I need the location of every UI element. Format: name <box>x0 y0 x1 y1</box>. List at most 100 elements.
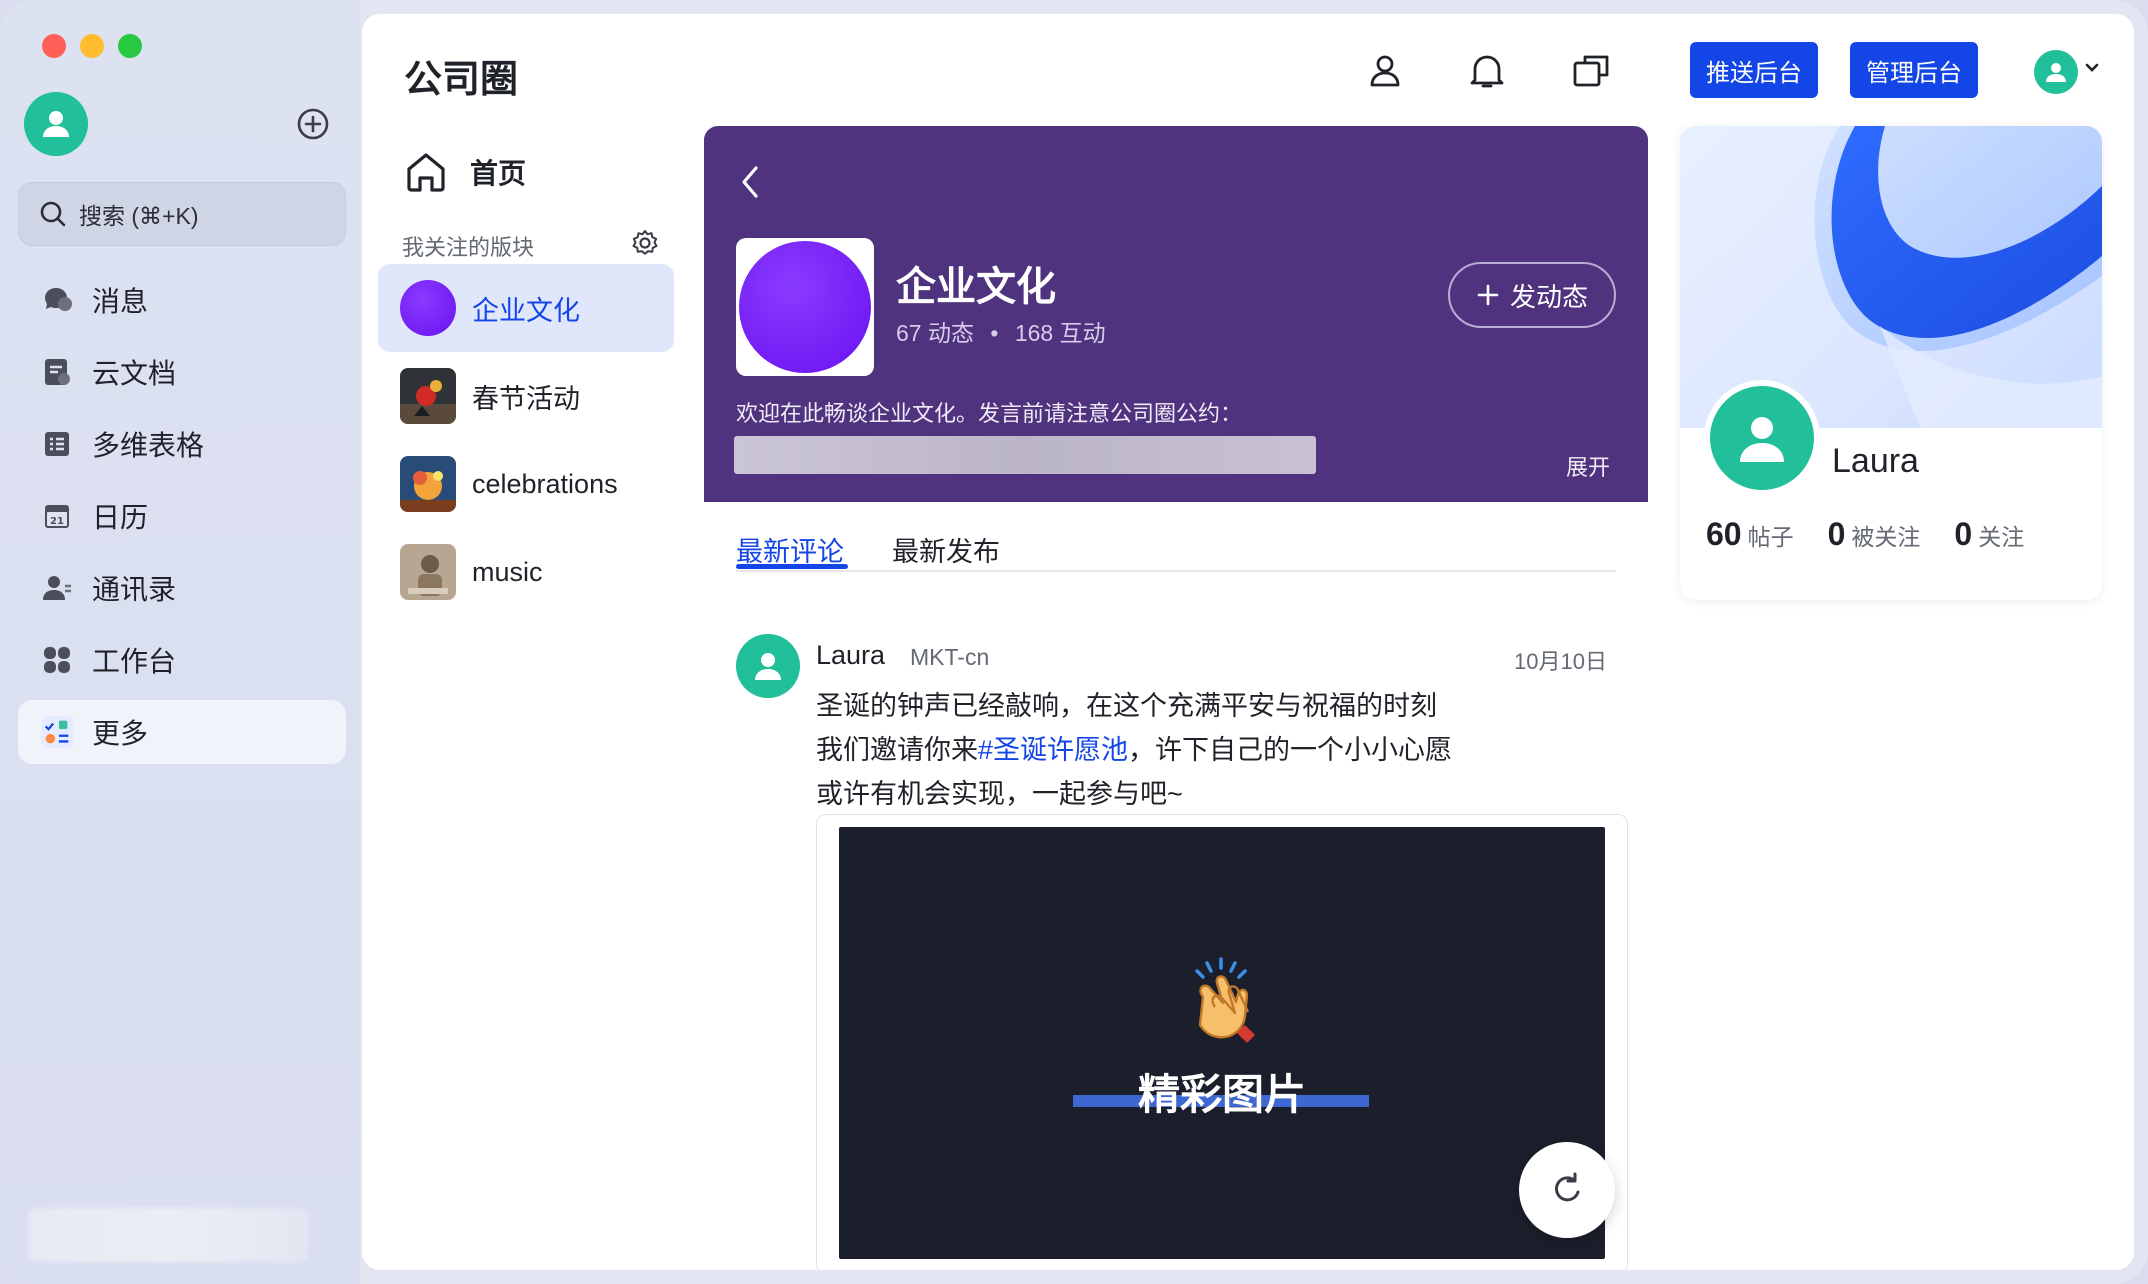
board-item-celebrations[interactable]: celebrations <box>378 440 674 528</box>
post-date: 10月10日 <box>1514 649 1607 674</box>
post-line: 圣诞的钟声已经敲响，在这个充满平安与祝福的时刻 <box>816 691 1437 721</box>
maximize-window-button[interactable] <box>118 34 142 58</box>
active-tab-indicator <box>736 564 848 569</box>
board-header: 企业文化 67 动态 • 168 互动 发动态 欢迎在此畅谈企业文化。发言前请注… <box>704 126 1648 502</box>
sidebar-item-workspace[interactable]: 工作台 <box>18 628 346 692</box>
post-content: 圣诞的钟声已经敲响，在这个充满平安与祝福的时刻 我们邀请你来#圣诞许愿池，许下自… <box>816 684 1452 816</box>
post-line: 我们邀请你来#圣诞许愿池，许下自己的一个小小心愿 <box>816 735 1453 765</box>
blurred-footer <box>28 1208 308 1262</box>
window-switch-icon <box>1573 55 1609 87</box>
profile-stats: 60 帖子 0 被关注 0 关注 <box>1706 516 2024 553</box>
post-author-avatar[interactable] <box>736 634 800 698</box>
sidebar-nav: 消息 云文档 多维表格 21 日历 通讯录 工作台 更多 <box>18 268 346 772</box>
home-link[interactable]: 首页 <box>404 150 526 194</box>
board-thumbnail <box>400 280 456 336</box>
refresh-icon <box>1554 1172 1580 1202</box>
posts-stat[interactable]: 60 帖子 <box>1706 516 1794 553</box>
board-item-spring-festival[interactable]: 春节活动 <box>378 352 674 440</box>
sidebar-item-more[interactable]: 更多 <box>18 700 346 764</box>
sidebar-item-label: 多维表格 <box>92 430 205 461</box>
board-thumbnail <box>400 368 456 424</box>
board-label: 企业文化 <box>472 295 580 326</box>
profile-card: Laura 60 帖子 0 被关注 0 关注 <box>1680 126 2102 600</box>
plus-circle-icon <box>297 108 329 140</box>
person-icon <box>1740 417 1784 462</box>
stats-separator: • <box>990 320 999 346</box>
account-avatar[interactable] <box>2034 50 2078 94</box>
home-icon <box>407 153 445 192</box>
add-button[interactable] <box>293 104 333 144</box>
post-author-name[interactable]: Laura <box>816 640 885 671</box>
following-stat[interactable]: 0 关注 <box>1954 516 2024 553</box>
chevron-down-icon[interactable] <box>2084 62 2100 74</box>
profile-name: Laura <box>1832 442 1919 480</box>
app-sidebar: 搜索 (⌘+K) 消息 云文档 多维表格 21 日历 通讯录 工作台 更多 <box>0 0 360 1284</box>
svg-text:21: 21 <box>50 516 64 527</box>
board-feed: 企业文化 67 动态 • 168 互动 发动态 欢迎在此畅谈企业文化。发言前请注… <box>704 126 1648 1270</box>
push-admin-button[interactable]: 推送后台 <box>1690 42 1818 98</box>
sidebar-item-contacts[interactable]: 通讯录 <box>18 556 346 620</box>
home-label: 首页 <box>470 158 527 189</box>
sidebar-item-label: 云文档 <box>92 358 177 389</box>
board-stats: 67 动态 • 168 互动 <box>896 314 1106 348</box>
board-thumbnail <box>400 544 456 600</box>
board-label: 春节活动 <box>472 383 580 414</box>
window-controls <box>42 34 142 58</box>
clapping-hands-icon <box>1195 957 1255 1043</box>
sidebar-item-calendar[interactable]: 21 日历 <box>18 484 346 548</box>
refresh-button[interactable] <box>1519 1142 1615 1238</box>
board-logo-circle <box>739 241 871 373</box>
sidebar-item-label: 更多 <box>92 718 149 749</box>
new-post-label: 发动态 <box>1509 281 1588 312</box>
post-author-department: MKT-cn <box>910 644 990 670</box>
board-item-music[interactable]: music <box>378 528 674 616</box>
notifications-button[interactable] <box>1464 48 1510 94</box>
sidebar-item-base[interactable]: 多维表格 <box>18 412 346 476</box>
main-panel: 公司圈 推送后台 管理后台 首页 我关注的版块 企业文化 春节活动 celebr… <box>362 14 2134 1270</box>
board-title: 企业文化 <box>896 265 1056 309</box>
back-arrow-icon[interactable] <box>736 164 766 200</box>
manage-admin-button[interactable]: 管理后台 <box>1850 42 1978 98</box>
person-icon <box>43 111 69 137</box>
blurred-rules-text <box>734 436 1316 474</box>
calendar-icon: 21 <box>40 499 74 533</box>
gear-icon[interactable] <box>630 228 660 258</box>
sidebar-item-label: 工作台 <box>92 646 177 677</box>
expand-link[interactable]: 展开 <box>1566 450 1610 482</box>
board-list: 企业文化 春节活动 celebrations music <box>378 264 674 616</box>
minimize-window-button[interactable] <box>80 34 104 58</box>
interactions-count: 168 互动 <box>1014 320 1106 346</box>
post-image: 精彩图片 <box>839 827 1605 1259</box>
plus-icon <box>1477 284 1499 306</box>
followers-stat[interactable]: 0 被关注 <box>1828 516 1921 553</box>
chat-icon <box>40 283 74 317</box>
table-icon <box>40 427 74 461</box>
sidebar-item-label: 消息 <box>92 286 149 317</box>
bell-icon <box>1470 55 1504 88</box>
post-line: 或许有机会实现，一起参与吧~ <box>816 779 1183 809</box>
followed-boards-label: 我关注的版块 <box>402 235 535 260</box>
workspace-icon <box>40 643 74 677</box>
app-window: 搜索 (⌘+K) 消息 云文档 多维表格 21 日历 通讯录 工作台 更多 公司… <box>0 0 2148 1284</box>
sidebar-item-label: 日历 <box>92 502 149 533</box>
tab-latest-posts[interactable]: 最新发布 <box>892 530 1000 569</box>
board-thumbnail <box>400 456 456 512</box>
sidebar-item-label: 通讯录 <box>92 574 177 605</box>
board-item-corporate-culture[interactable]: 企业文化 <box>378 264 674 352</box>
page-title: 公司圈 <box>404 59 519 101</box>
post-media[interactable]: 精彩图片 <box>816 814 1628 1270</box>
profile-button[interactable] <box>1362 48 1408 94</box>
switch-window-button[interactable] <box>1568 48 1614 94</box>
contacts-icon <box>40 571 74 605</box>
search-placeholder: 搜索 (⌘+K) <box>79 203 199 229</box>
sidebar-item-messages[interactable]: 消息 <box>18 268 346 332</box>
user-avatar[interactable] <box>24 92 88 156</box>
search-box[interactable]: 搜索 (⌘+K) <box>18 182 346 246</box>
posts-count: 67 动态 <box>896 320 974 346</box>
new-post-button[interactable]: 发动态 <box>1448 262 1616 328</box>
sidebar-item-docs[interactable]: 云文档 <box>18 340 346 404</box>
close-window-button[interactable] <box>42 34 66 58</box>
person-icon <box>2046 63 2066 82</box>
profile-avatar[interactable] <box>1704 380 1820 496</box>
hashtag-link[interactable]: #圣诞许愿池 <box>978 735 1128 765</box>
